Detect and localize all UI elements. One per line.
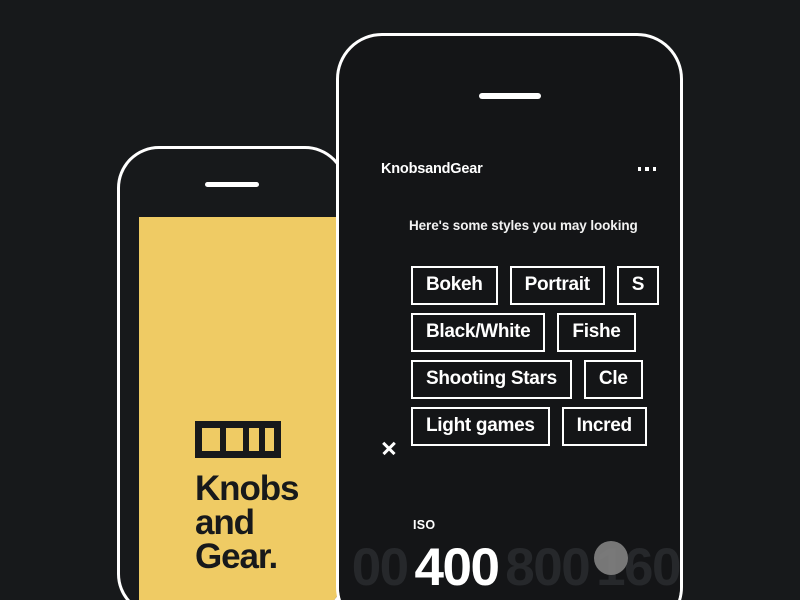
style-chip-row: Light games Incred — [411, 407, 680, 446]
app-title: KnobsandGear — [381, 161, 483, 177]
style-chip[interactable]: Light games — [411, 407, 550, 446]
brand-logo: Knobs and Gear. — [195, 421, 341, 574]
foreground-phone-mockup: KnobsandGear Here's some styles you may … — [336, 33, 683, 600]
brand-logo-wordmark: Knobs and Gear. — [195, 469, 341, 576]
logo-line-3: Gear. — [195, 536, 278, 576]
kebab-menu-icon[interactable] — [636, 161, 659, 177]
iso-value-picker[interactable]: 00 400 800 160 — [339, 534, 680, 600]
screenshot-canvas: Knobs and Gear. KnobsandGear Here's some… — [0, 0, 800, 600]
style-chip[interactable]: Portrait — [509, 266, 605, 305]
iso-label: ISO — [413, 518, 436, 532]
app-header: KnobsandGear — [381, 161, 658, 177]
style-chip[interactable]: Incred — [561, 407, 647, 446]
aperture-bars-icon — [195, 421, 281, 458]
iso-option[interactable]: 800 — [505, 541, 590, 594]
background-phone-screen: Knobs and Gear. — [139, 217, 341, 600]
iso-option-selected[interactable]: 400 — [415, 541, 500, 594]
style-chip-list: Bokeh Portrait S Black/White Fishe Shoot… — [411, 266, 680, 454]
style-chip[interactable]: Fishe — [557, 313, 636, 352]
background-phone-mockup: Knobs and Gear. — [117, 146, 347, 600]
prompt-text: Here's some styles you may looking — [409, 218, 638, 233]
style-chip[interactable]: S — [616, 266, 660, 305]
style-chip-row: Shooting Stars Cle — [411, 360, 680, 399]
logo-line-2: and — [195, 502, 255, 542]
style-chip[interactable]: Black/White — [411, 313, 546, 352]
style-chip-row: Black/White Fishe — [411, 313, 680, 352]
phone-speaker-bar — [205, 182, 259, 187]
phone-speaker-bar-front — [478, 93, 541, 99]
app-screen: KnobsandGear Here's some styles you may … — [339, 126, 680, 600]
iso-option[interactable]: 00 — [352, 541, 409, 594]
close-x-icon[interactable] — [380, 439, 398, 457]
style-chip[interactable]: Bokeh — [411, 266, 498, 305]
style-chip-row: Bokeh Portrait S — [411, 266, 680, 305]
style-chip[interactable]: Shooting Stars — [411, 360, 572, 399]
mouse-cursor-dot — [594, 541, 628, 575]
style-chip[interactable]: Cle — [583, 360, 643, 399]
logo-line-1: Knobs — [195, 469, 299, 508]
